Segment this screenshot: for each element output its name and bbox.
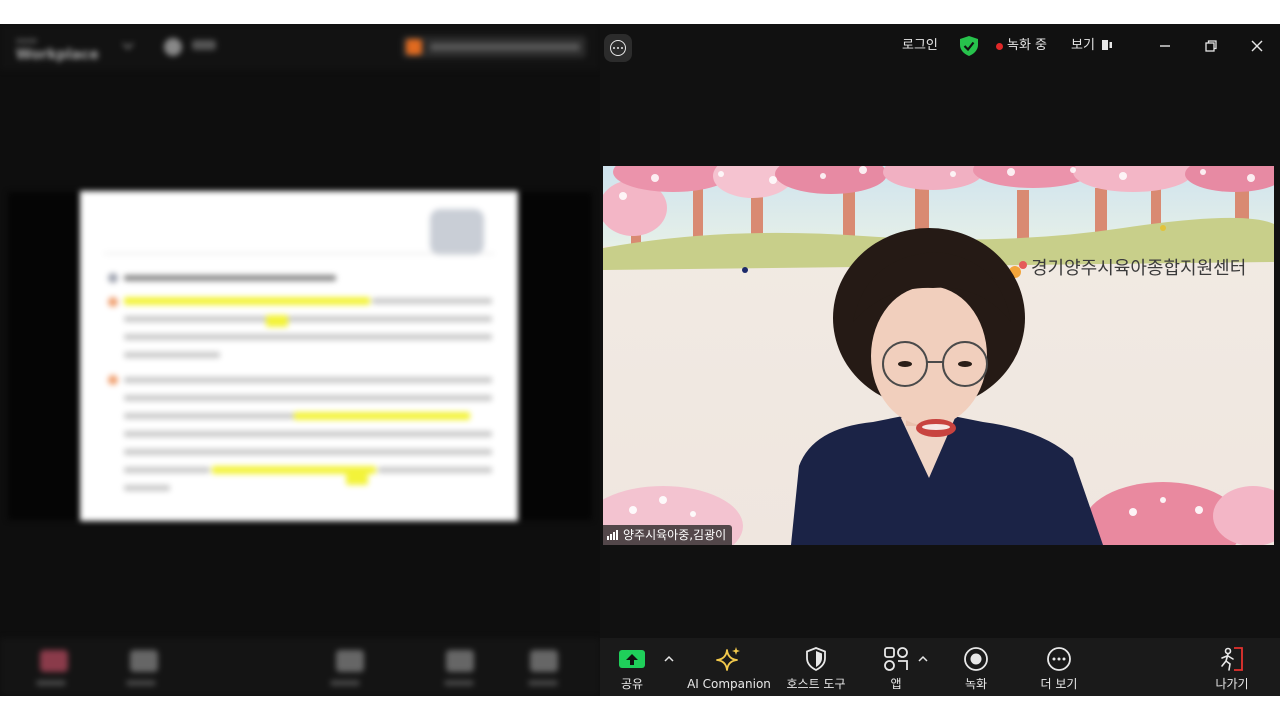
host-shield-icon (806, 647, 826, 671)
blurred-bottom-bar (0, 638, 600, 696)
recording-dot-icon (996, 43, 1003, 50)
apps-button[interactable]: 앱 (880, 638, 912, 696)
recording-status[interactable]: 녹화 중 (1007, 38, 1047, 54)
participant-video[interactable]: 경기양주시육아종합지원센터 양주시육아중,김광이 (603, 166, 1274, 545)
share-button[interactable]: 공유 (612, 638, 652, 696)
restore-icon[interactable] (1203, 38, 1219, 54)
ai-companion-button[interactable]: AI Companion (686, 638, 772, 696)
signal-strength-icon (607, 530, 618, 540)
leave-label: 나가기 (1215, 677, 1249, 691)
share-options-chevron-icon[interactable] (664, 654, 674, 664)
host-tools-label: 호스트 도구 (786, 677, 846, 691)
more-icon (1047, 647, 1071, 671)
shield-icon (164, 38, 182, 56)
blurred-label (192, 40, 216, 50)
blurred-top-bar: zoom Workplace (0, 24, 600, 70)
screen: zoom Workplace 로그인 녹화 중 보기 경기양주시육아종합지원센터… (0, 24, 1280, 696)
participant-name: 양주시육아중,김광이 (623, 528, 727, 542)
apps-icon (884, 647, 908, 671)
chevron-down-icon (122, 38, 134, 50)
minimize-icon[interactable] (1157, 38, 1173, 54)
security-shield-icon[interactable] (960, 36, 978, 56)
ai-companion-label: AI Companion (687, 677, 771, 691)
meeting-toolbar: 공유 AI Companion 호스트 도구 앱 녹화 더 보기 나가기 (600, 638, 1280, 696)
close-icon[interactable] (1249, 38, 1265, 54)
zoom-meeting-window: 로그인 녹화 중 보기 경기양주시육아종합지원센터 양주시육아중,김광이 공유 … (600, 24, 1280, 696)
record-icon (964, 647, 988, 671)
blurred-document (80, 191, 518, 521)
record-label: 녹화 (964, 677, 988, 691)
view-layout-icon[interactable] (1102, 39, 1112, 51)
leave-door-icon (1221, 647, 1243, 671)
view-button[interactable]: 보기 (1071, 38, 1095, 54)
banner-text: 경기양주시육아종합지원센터 (1031, 258, 1247, 279)
sparkle-icon (716, 647, 740, 671)
blurred-share-window: zoom Workplace (0, 24, 600, 696)
more-options-button[interactable] (604, 34, 632, 62)
record-button[interactable]: 녹화 (956, 638, 996, 696)
more-button[interactable]: 더 보기 (1036, 638, 1082, 696)
meeting-top-bar: 로그인 녹화 중 보기 (600, 24, 1280, 70)
share-screen-icon (619, 650, 645, 668)
seal-icon (430, 209, 484, 255)
blurred-logo: zoom Workplace (16, 37, 99, 63)
host-tools-button[interactable]: 호스트 도구 (780, 638, 852, 696)
ellipsis-icon (610, 40, 626, 56)
more-label: 더 보기 (1040, 677, 1078, 691)
login-button[interactable]: 로그인 (902, 38, 938, 54)
apps-label: 앱 (890, 677, 902, 691)
share-label: 공유 (620, 677, 644, 691)
blurred-notice (402, 36, 586, 58)
video-frame (603, 166, 1274, 545)
apps-options-chevron-icon[interactable] (918, 654, 928, 664)
participant-name-tag: 양주시육아중,김광이 (603, 525, 733, 545)
leave-button[interactable]: 나가기 (1210, 638, 1254, 696)
notice-text (430, 43, 580, 51)
notice-icon (406, 39, 422, 55)
